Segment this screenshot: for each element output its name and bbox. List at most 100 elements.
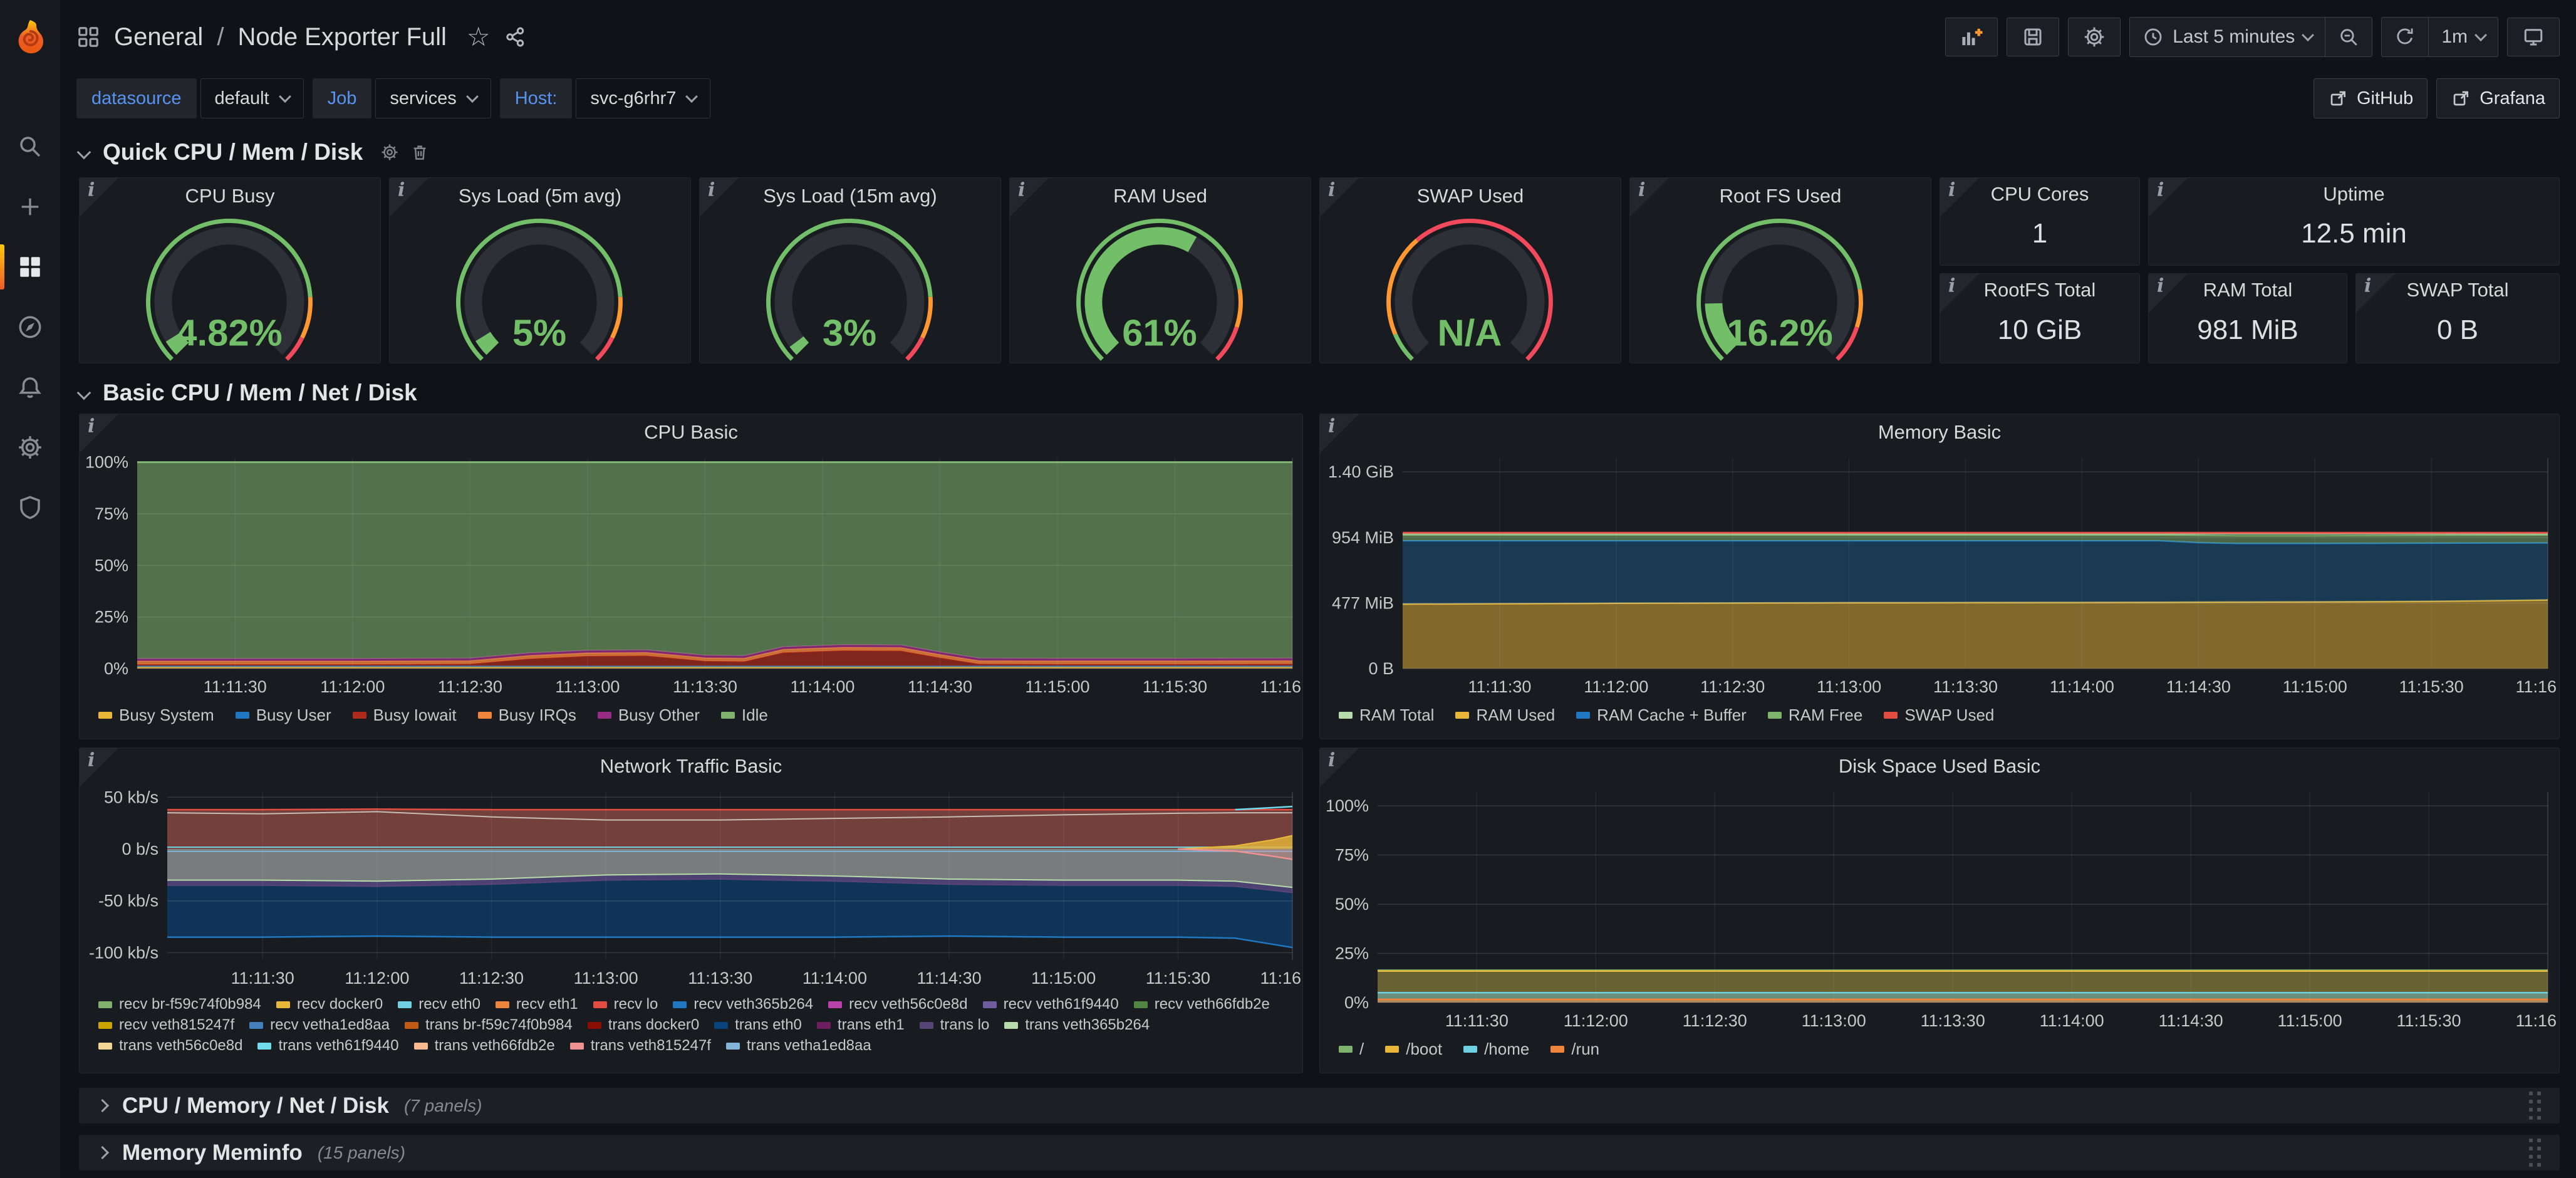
legend-item[interactable]: trans docker0 (588, 1016, 699, 1034)
sidebar-item-server-admin[interactable] (0, 477, 60, 538)
panel-title[interactable]: Sys Load (5m avg) (390, 178, 690, 214)
legend-item[interactable]: recv lo (593, 996, 658, 1013)
legend-item[interactable]: RAM Free (1768, 706, 1862, 725)
row-header-basic[interactable]: Basic CPU / Mem / Net / Disk (79, 380, 417, 406)
legend-item[interactable]: Busy System (98, 706, 214, 725)
legend-item[interactable]: /home (1463, 1040, 1529, 1059)
legend-item[interactable]: RAM Used (1455, 706, 1555, 725)
legend-item[interactable]: trans veth56c0e8d (98, 1037, 242, 1055)
panel-title[interactable]: CPU Basic (80, 414, 1302, 451)
dashboard-settings-button[interactable] (2068, 18, 2121, 56)
legend-item[interactable]: trans veth815247f (570, 1037, 711, 1055)
variable-value-dropdown[interactable]: services (375, 78, 491, 118)
add-panel-button[interactable] (1945, 18, 1998, 56)
sidebar-item-create[interactable] (0, 177, 60, 237)
legend-item[interactable]: / (1339, 1040, 1364, 1059)
row-settings-gear-icon[interactable] (380, 143, 399, 162)
chart-legend: RAM Total RAM Used RAM Cache + Buffer (1320, 703, 2559, 725)
svg-text:11:14:30: 11:14:30 (2159, 1011, 2223, 1030)
legend-item[interactable]: recv eth0 (398, 996, 480, 1013)
sidebar-item-alerting[interactable] (0, 357, 60, 417)
legend-item[interactable]: trans veth61f9440 (257, 1037, 398, 1055)
stat-value: 0 B (2356, 306, 2559, 363)
legend-item[interactable]: SWAP Used (1884, 706, 1994, 725)
row-drag-handle[interactable] (2529, 1139, 2541, 1167)
variable-label[interactable]: datasource (76, 78, 197, 118)
legend-item[interactable]: trans veth66fdb2e (414, 1037, 555, 1055)
legend-item[interactable]: RAM Cache + Buffer (1576, 706, 1747, 725)
legend-item[interactable]: recv br-f59c74f0b984 (98, 996, 261, 1013)
legend-item[interactable]: Busy User (236, 706, 331, 725)
legend-item[interactable]: Busy IRQs (478, 706, 576, 725)
network-traffic-basic-chart: 11:11:3011:12:0011:12:3011:13:0011:13:30… (80, 784, 1301, 991)
svg-text:75%: 75% (1335, 845, 1369, 864)
legend-item[interactable]: recv veth815247f (98, 1016, 234, 1034)
row-header-quick[interactable]: Quick CPU / Mem / Disk (79, 139, 429, 165)
legend-label: Busy Iowait (373, 706, 457, 725)
legend-item[interactable]: trans vetha1ed8aa (726, 1037, 871, 1055)
panel-title[interactable]: Uptime (2149, 178, 2559, 211)
variable-value-dropdown[interactable]: svc-g6rhr7 (576, 78, 710, 118)
cycle-view-mode-button[interactable] (2507, 18, 2560, 56)
refresh-interval-picker[interactable]: 1m (2428, 18, 2498, 56)
legend-item[interactable]: recv docker0 (276, 996, 383, 1013)
legend-item[interactable]: /run (1550, 1040, 1599, 1059)
dashboard-title[interactable]: Node Exporter Full (237, 23, 446, 51)
legend-item[interactable]: trans eth1 (817, 1016, 905, 1034)
legend-item[interactable]: recv veth66fdb2e (1134, 996, 1270, 1013)
panel-memory-basic: i Memory Basic 11:11:3011:12:0011:12:301… (1319, 414, 2560, 739)
legend-item[interactable]: trans lo (920, 1016, 990, 1034)
variable-value-dropdown[interactable]: default (200, 78, 304, 118)
svg-text:11:15:00: 11:15:00 (1031, 969, 1096, 988)
panel-title[interactable]: Root FS Used (1630, 178, 1931, 214)
sidebar-item-dashboards[interactable] (0, 237, 60, 297)
share-icon[interactable] (504, 26, 527, 48)
panel-title[interactable]: Network Traffic Basic (80, 748, 1302, 784)
legend-item[interactable]: recv veth61f9440 (983, 996, 1119, 1013)
panel-title[interactable]: Sys Load (15m avg) (700, 178, 1000, 214)
collapsed-row-cpu-memory-net-disk[interactable]: CPU / Memory / Net / Disk (7 panels) (79, 1088, 2560, 1123)
refresh-button[interactable] (2382, 18, 2428, 56)
legend-item[interactable]: Busy Iowait (353, 706, 457, 725)
gauge-chart: N/A (1320, 214, 1619, 363)
panel-title[interactable]: SWAP Used (1320, 178, 1621, 214)
panel-title[interactable]: Disk Space Used Basic (1320, 748, 2559, 784)
legend-item[interactable]: recv veth56c0e8d (828, 996, 967, 1013)
panel-title[interactable]: RAM Used (1010, 178, 1311, 214)
grafana-logo[interactable] (10, 18, 50, 58)
star-icon[interactable]: ☆ (467, 24, 491, 50)
legend-swatch (588, 1022, 601, 1029)
legend-item[interactable]: Idle (721, 706, 768, 725)
sidebar-item-explore[interactable] (0, 297, 60, 357)
github-link-button[interactable]: GitHub (2314, 78, 2428, 118)
svg-text:11:15:00: 11:15:00 (1025, 677, 1089, 696)
legend-item[interactable]: recv eth1 (496, 996, 578, 1013)
row-delete-trash-icon[interactable] (410, 143, 429, 162)
panel-title[interactable]: CPU Busy (80, 178, 380, 214)
panel-title[interactable]: Memory Basic (1320, 414, 2559, 451)
legend-item[interactable]: trans eth0 (714, 1016, 802, 1034)
dashboard-icon (76, 25, 100, 49)
variable-label[interactable]: Job (313, 78, 372, 118)
legend-item[interactable]: /boot (1385, 1040, 1442, 1059)
svg-text:11:12:30: 11:12:30 (438, 677, 502, 696)
row-drag-handle[interactable] (2529, 1092, 2541, 1120)
collapsed-row-memory-meminfo[interactable]: Memory Meminfo (15 panels) (79, 1135, 2560, 1170)
variable-label[interactable]: Host: (500, 78, 573, 118)
legend-item[interactable]: trans br-f59c74f0b984 (405, 1016, 573, 1034)
svg-text:75%: 75% (95, 504, 128, 523)
sidebar-item-configuration[interactable] (0, 417, 60, 477)
legend-item[interactable]: recv veth365b264 (673, 996, 813, 1013)
time-range-picker[interactable]: Last 5 minutes (2130, 18, 2325, 56)
legend-item[interactable]: Busy Other (598, 706, 700, 725)
save-dashboard-button[interactable] (2007, 18, 2059, 56)
zoom-out-button[interactable] (2325, 18, 2372, 56)
legend-label: Busy System (119, 706, 214, 725)
legend-item[interactable]: recv vetha1ed8aa (249, 1016, 390, 1034)
time-picker-group: Last 5 minutes (2129, 17, 2372, 57)
legend-item[interactable]: trans veth365b264 (1004, 1016, 1150, 1034)
sidebar-item-search[interactable] (0, 117, 60, 177)
grafana-link-button[interactable]: Grafana (2436, 78, 2560, 118)
breadcrumb-folder[interactable]: General (114, 23, 203, 51)
legend-item[interactable]: RAM Total (1339, 706, 1434, 725)
